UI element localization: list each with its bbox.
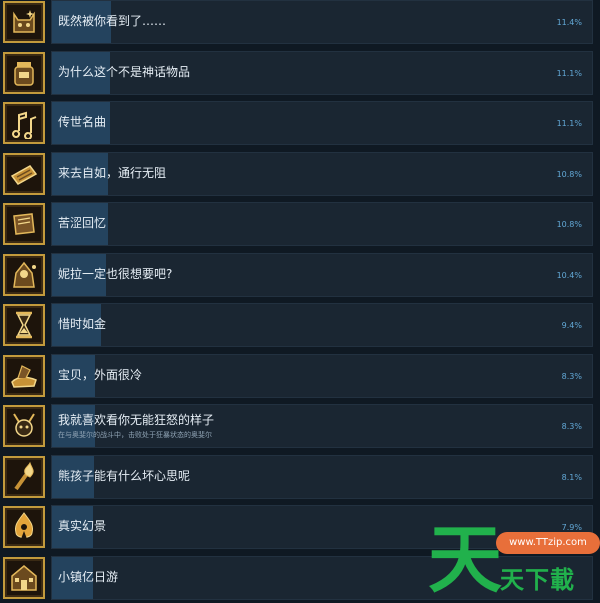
achievement-row[interactable]: 熊孩子能有什么坏心思呢 8.1% [0,455,600,501]
building-icon [3,557,45,599]
achievement-row[interactable]: 既然被你看到了…… 11.4% [0,0,600,46]
unlock-percentage: 10.4% [556,271,582,280]
unlock-percentage: 9.4% [561,321,582,330]
achievement-name: 既然被你看到了…… [58,14,167,28]
achievement-bar: 来去自如，通行无阻 10.8% [51,152,593,196]
unlock-percentage: 11.4% [556,18,582,27]
achievement-row[interactable]: 惜时如金 9.4% [0,303,600,349]
achievement-row[interactable]: 妮拉一定也很想要吧? 10.4% [0,253,600,299]
achievement-bar: 既然被你看到了…… 11.4% [51,0,593,44]
achievement-row[interactable]: 为什么这个不是神话物品 11.1% [0,51,600,97]
achievement-bar: 传世名曲 11.1% [51,101,593,145]
achievement-row[interactable]: 宝贝，外面很冷 8.3% [0,354,600,400]
achievement-row[interactable]: 苦涩回忆 10.8% [0,202,600,248]
unlock-percentage: 8.3% [561,422,582,431]
achievement-description: 在与奥斐尔的战斗中，击败处于狂暴状态的奥斐尔 [58,431,212,439]
watermark-logo-glyph: 天 [428,517,502,603]
achievement-name: 传世名曲 [58,115,107,129]
unlock-percentage: 11.1% [556,119,582,128]
achievement-name: 熊孩子能有什么坏心思呢 [58,469,191,483]
achievement-bar: 为什么这个不是神话物品 11.1% [51,51,593,95]
achievement-row[interactable]: 来去自如，通行无阻 10.8% [0,152,600,198]
jar-icon [3,52,45,94]
ticket-icon [3,153,45,195]
achievement-bar: 宝贝，外面很冷 8.3% [51,354,593,398]
achievement-name: 宝贝，外面很冷 [58,368,143,382]
torch-icon [3,456,45,498]
achievement-name: 来去自如，通行无阻 [58,166,167,180]
achievement-bar: 熊孩子能有什么坏心思呢 8.1% [51,455,593,499]
hand-cloth-icon [3,355,45,397]
unlock-percentage: 10.8% [556,220,582,229]
achievement-bar: 惜时如金 9.4% [51,303,593,347]
unlock-percentage: 8.1% [561,473,582,482]
watermark: 天 www.TTzip.com 天下載 [424,519,600,601]
unlock-percentage: 11.1% [556,69,582,78]
achievement-name: 苦涩回忆 [58,216,107,230]
achievement-name: 惜时如金 [58,317,107,331]
horned-head-icon [3,405,45,447]
flame-figure-icon [3,506,45,548]
hooded-figure-icon [3,254,45,296]
achievement-bar: 苦涩回忆 10.8% [51,202,593,246]
hourglass-icon [3,304,45,346]
achievement-name: 妮拉一定也很想要吧? [58,267,173,281]
unlock-percentage: 8.3% [561,372,582,381]
achievement-name: 真实幻景 [58,519,107,533]
unlock-percentage: 10.8% [556,170,582,179]
music-notes-icon [3,102,45,144]
book-icon [3,203,45,245]
watermark-text: 天下載 [500,565,575,594]
achievement-name: 小镇亿日游 [58,570,119,584]
achievement-name: 我就喜欢看你无能狂怒的样子 [58,413,215,427]
achievement-row[interactable]: 传世名曲 11.1% [0,101,600,147]
achievement-row[interactable]: 我就喜欢看你无能狂怒的样子在与奥斐尔的战斗中，击败处于狂暴状态的奥斐尔 8.3% [0,404,600,450]
cat-face-icon [3,1,45,43]
achievement-bar: 我就喜欢看你无能狂怒的样子在与奥斐尔的战斗中，击败处于狂暴状态的奥斐尔 8.3% [51,404,593,448]
watermark-url: www.TTzip.com [496,532,600,554]
achievement-name: 为什么这个不是神话物品 [58,65,191,79]
achievement-bar: 妮拉一定也很想要吧? 10.4% [51,253,593,297]
